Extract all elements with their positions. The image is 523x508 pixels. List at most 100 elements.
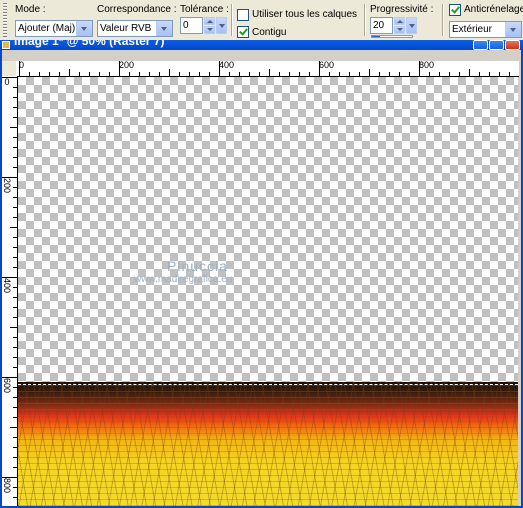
chevron-down-icon[interactable] — [156, 21, 172, 36]
feather-input[interactable]: 20 — [370, 17, 393, 34]
ruler-tick — [209, 72, 210, 76]
ruler-tick — [49, 72, 50, 76]
ruler-tick — [109, 72, 110, 76]
ruler-tick — [13, 407, 17, 408]
ruler-tick — [19, 61, 20, 76]
ruler-tick — [199, 72, 200, 76]
antialias-select[interactable]: Extérieur — [449, 21, 522, 38]
ruler-tick — [139, 72, 140, 76]
feather-spinner[interactable] — [394, 17, 405, 34]
ruler-tick — [10, 227, 17, 228]
ruler-tick — [13, 137, 17, 138]
minimize-button[interactable] — [473, 40, 488, 50]
ruler-tick — [13, 167, 17, 168]
tolerance-label: Tolérance : — [180, 4, 229, 15]
ruler-tick — [319, 61, 320, 76]
all-layers-checkbox[interactable] — [237, 9, 249, 21]
feather-slider-track[interactable] — [371, 35, 413, 38]
toolbar-grip-handle[interactable] — [3, 3, 7, 37]
ruler-tick — [13, 457, 17, 458]
mode-value: Ajouter (Maj) — [18, 23, 76, 34]
image-canvas[interactable]: Pinuccia www.madiregrafica.eu — [18, 77, 518, 506]
ruler-tick — [13, 367, 17, 368]
antialias-checkbox[interactable] — [449, 4, 461, 16]
all-layers-label: Utiliser tous les calques — [252, 9, 358, 20]
ruler-tick — [89, 72, 90, 76]
spin-down-icon[interactable] — [204, 26, 215, 34]
ruler-tick — [299, 72, 300, 76]
ruler-label: 200 — [119, 61, 135, 70]
ruler-tick — [13, 257, 17, 258]
ruler-tick — [13, 337, 17, 338]
ruler-tick — [79, 72, 80, 76]
ruler-tick — [13, 357, 17, 358]
ruler-tick — [13, 317, 17, 318]
tolerance-dropdown-button[interactable] — [216, 17, 227, 34]
close-button[interactable] — [505, 40, 520, 50]
ruler-tick — [169, 69, 170, 76]
ruler-tick — [13, 87, 17, 88]
document-title: Image 1* @ 50% (Raster 7) — [14, 40, 165, 48]
ruler-tick — [309, 72, 310, 76]
toolbar-separator — [364, 4, 366, 36]
contiguous-checkbox[interactable] — [237, 26, 249, 38]
antialias-label: Anticrénelage — [464, 4, 523, 15]
chevron-down-icon[interactable] — [76, 21, 92, 36]
match-select[interactable]: Valeur RVB — [97, 20, 173, 37]
ruler-tick — [2, 377, 17, 378]
selection-marquee — [18, 384, 518, 385]
ruler-tick — [159, 72, 160, 76]
ruler-label: 600 — [2, 378, 12, 394]
feather-slider-fill — [372, 36, 380, 37]
ruler-tick — [429, 72, 430, 76]
watermark-name: Pinuccia — [167, 258, 228, 274]
spin-up-icon[interactable] — [204, 17, 215, 25]
ruler-tick — [349, 72, 350, 76]
document-title-bar[interactable]: Image 1* @ 50% (Raster 7) — [0, 40, 523, 50]
ruler-tick — [339, 72, 340, 76]
spin-up-icon[interactable] — [394, 17, 405, 25]
ruler-tick — [13, 247, 17, 248]
mode-select[interactable]: Ajouter (Maj) — [15, 20, 93, 37]
spin-down-icon[interactable] — [394, 26, 405, 34]
ruler-tick — [419, 61, 420, 76]
ruler-tick — [2, 77, 17, 78]
tolerance-spinner[interactable] — [204, 17, 215, 34]
maximize-button[interactable] — [489, 40, 504, 50]
ruler-tick — [469, 69, 470, 76]
ruler-label: 800 — [419, 61, 435, 70]
toolbar-separator — [442, 4, 444, 36]
ruler-tick — [13, 437, 17, 438]
ruler-tick — [409, 72, 410, 76]
chevron-down-icon[interactable] — [505, 22, 521, 37]
ruler-tick — [69, 69, 70, 76]
ruler-tick — [13, 187, 17, 188]
ruler-tick — [13, 297, 17, 298]
ruler-tick — [239, 72, 240, 76]
tolerance-input[interactable]: 0 — [180, 17, 203, 34]
contiguous-label: Contigu — [252, 27, 287, 38]
tool-options-bar: Mode : Ajouter (Maj) Correspondance : Va… — [0, 0, 523, 41]
ruler-label: 200 — [2, 178, 12, 194]
ruler-tick — [13, 157, 17, 158]
match-label: Correspondance : — [97, 4, 177, 15]
ruler-tick — [369, 69, 370, 76]
watermark-url: www.madiregrafica.eu — [134, 274, 233, 285]
transparent-area — [18, 77, 518, 382]
ruler-tick — [439, 72, 440, 76]
floor-texture-layer — [18, 382, 518, 506]
ruler-tick — [229, 72, 230, 76]
ruler-label: 0 — [4, 77, 10, 87]
ruler-tick — [479, 72, 480, 76]
ruler-tick — [10, 427, 17, 428]
ruler-tick — [289, 72, 290, 76]
ruler-tick — [13, 397, 17, 398]
ruler-tick — [13, 107, 17, 108]
match-value: Valeur RVB — [100, 23, 152, 34]
feather-dropdown-button[interactable] — [406, 17, 417, 34]
ruler-tick — [2, 277, 17, 278]
ruler-label: 800 — [2, 478, 12, 494]
ruler-tick — [59, 72, 60, 76]
ruler-tick — [129, 72, 130, 76]
ruler-tick — [269, 69, 270, 76]
